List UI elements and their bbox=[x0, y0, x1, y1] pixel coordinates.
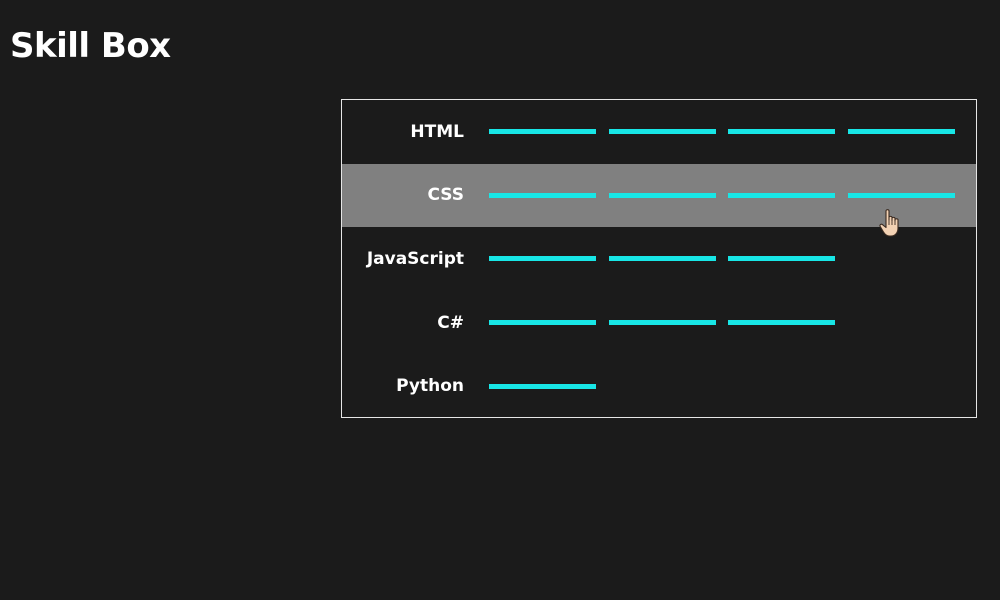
skill-level-bar-empty bbox=[848, 384, 955, 389]
skill-level-bar-filled bbox=[489, 320, 596, 326]
skill-level-bar-empty bbox=[848, 256, 955, 261]
skill-level-bar-empty bbox=[848, 320, 955, 325]
skill-level-bar-filled bbox=[728, 192, 835, 198]
skill-level-bar-filled bbox=[489, 383, 596, 389]
skill-level-bar-filled bbox=[608, 192, 716, 198]
skill-level-bars bbox=[489, 256, 967, 262]
skill-row-csharp[interactable]: C# bbox=[342, 291, 976, 355]
skill-level-bars bbox=[489, 192, 967, 198]
skill-level-bar-filled bbox=[728, 256, 835, 262]
skill-row-python[interactable]: Python bbox=[342, 354, 976, 418]
page: Skill Box HTML CSS JavaScript C# Python bbox=[0, 0, 1000, 600]
skill-name: Python bbox=[396, 376, 464, 397]
skill-level-bar-filled bbox=[608, 256, 716, 262]
skill-level-bar-filled bbox=[489, 129, 596, 135]
skill-row-html[interactable]: HTML bbox=[342, 100, 976, 164]
skill-level-bar-empty bbox=[728, 384, 835, 389]
skill-level-bars bbox=[489, 129, 967, 135]
skill-level-bar-filled bbox=[489, 256, 596, 262]
skill-name: JavaScript bbox=[366, 248, 464, 269]
skill-level-bar-filled bbox=[728, 129, 835, 135]
skill-level-bar-empty bbox=[609, 384, 716, 389]
skill-level-bars bbox=[489, 383, 967, 389]
skill-level-bar-filled bbox=[489, 192, 596, 198]
skill-level-bar-filled bbox=[847, 192, 955, 198]
page-title: Skill Box bbox=[10, 26, 171, 66]
skill-box: HTML CSS JavaScript C# Python bbox=[341, 99, 977, 418]
skill-level-bar-filled bbox=[608, 129, 716, 135]
skill-level-bar-filled bbox=[847, 129, 955, 135]
skill-name: HTML bbox=[410, 121, 464, 142]
hand-pointer-icon bbox=[879, 209, 899, 237]
skill-level-bar-filled bbox=[608, 320, 716, 326]
skill-name: C# bbox=[437, 312, 464, 333]
skill-name: CSS bbox=[427, 185, 464, 206]
skill-level-bars bbox=[489, 320, 967, 326]
skill-level-bar-filled bbox=[728, 320, 835, 326]
